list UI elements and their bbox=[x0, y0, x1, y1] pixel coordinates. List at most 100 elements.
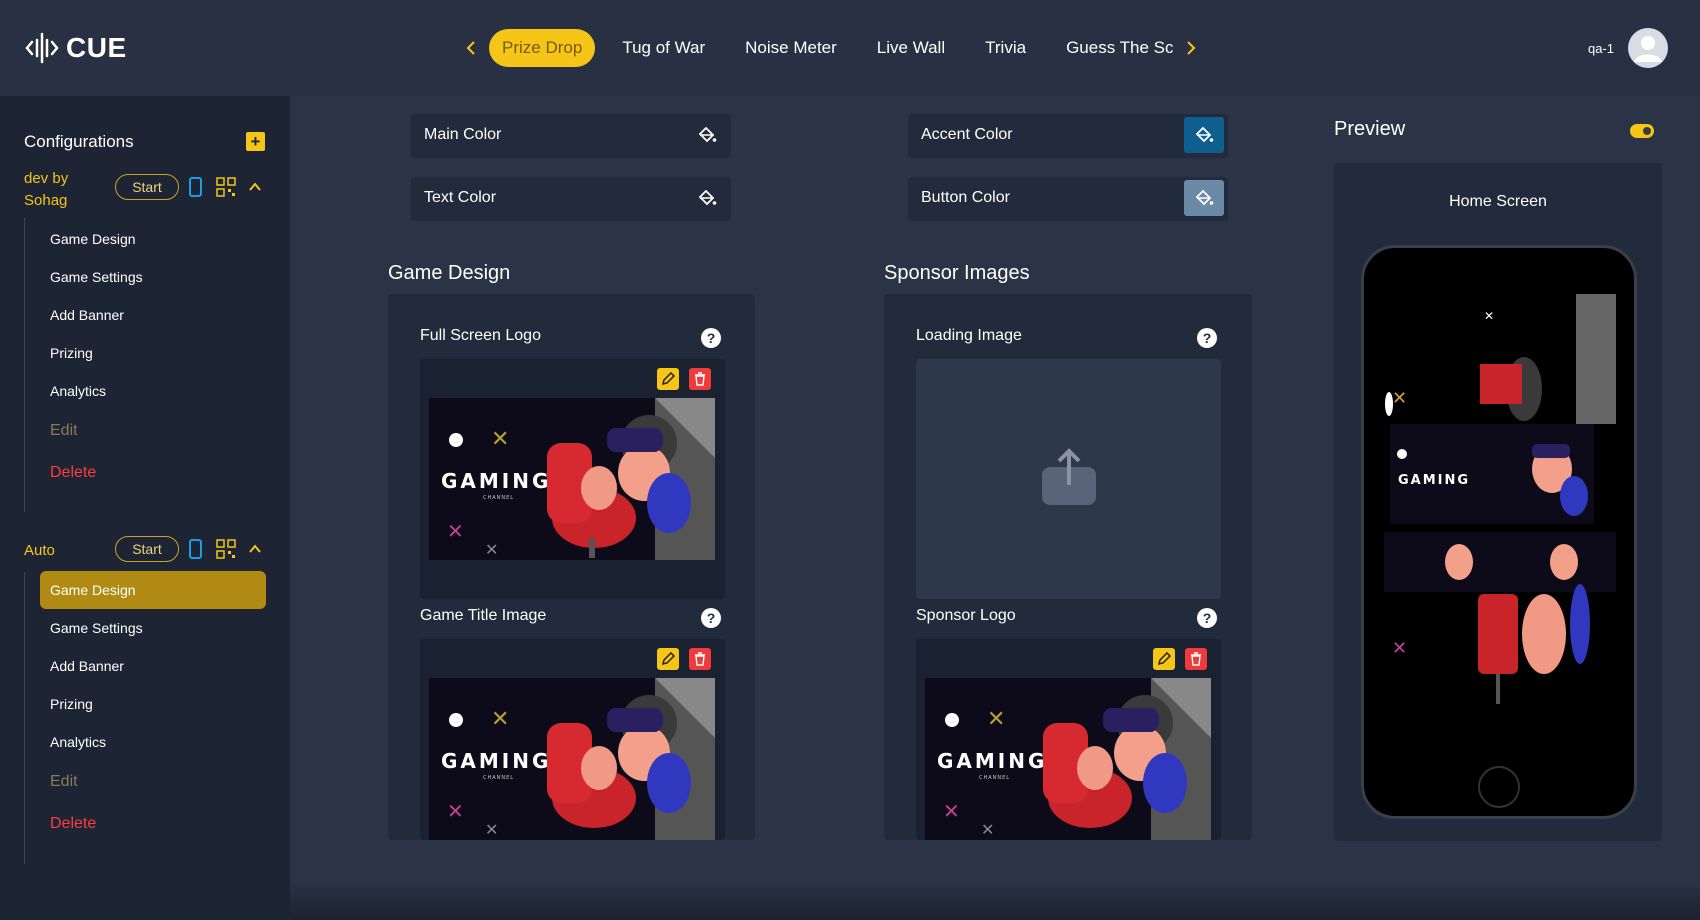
game-design-panel: Full Screen Logo ? ✕ ✕ ✕ GAMING CHANNEL bbox=[388, 294, 755, 840]
menu-item-game-settings[interactable]: Game Settings bbox=[40, 258, 266, 296]
tab-guess-the-score[interactable]: Guess The Sc bbox=[1053, 29, 1173, 67]
start-button[interactable]: Start bbox=[115, 174, 179, 200]
phone-preview-icon[interactable] bbox=[189, 539, 202, 559]
svg-text:✕: ✕ bbox=[491, 707, 509, 732]
accent-color-label: Accent Color bbox=[921, 126, 1013, 143]
svg-text:✕: ✕ bbox=[1392, 638, 1407, 659]
svg-text:✕: ✕ bbox=[943, 799, 960, 823]
svg-text:✕: ✕ bbox=[485, 540, 498, 559]
help-icon[interactable]: ? bbox=[1197, 328, 1217, 348]
chevron-left-icon[interactable] bbox=[460, 37, 482, 59]
user-menu[interactable]: qa-1 bbox=[1588, 28, 1668, 68]
menu-item-add-banner[interactable]: Add Banner bbox=[40, 647, 266, 685]
user-name: qa-1 bbox=[1587, 40, 1614, 56]
game-title-image-label: Game Title Image bbox=[420, 607, 547, 624]
svg-text:✕: ✕ bbox=[1392, 388, 1407, 409]
edit-icon[interactable] bbox=[657, 648, 679, 670]
svg-text:✕: ✕ bbox=[1484, 309, 1494, 323]
svg-text:✕: ✕ bbox=[491, 427, 509, 452]
sponsor-images-title: Sponsor Images bbox=[884, 262, 1030, 284]
trash-icon[interactable] bbox=[689, 648, 711, 670]
main-color-label: Main Color bbox=[424, 126, 502, 143]
gaming-thumbnail-image: ✕ ✕ ✕ GAMING CHANNEL bbox=[925, 678, 1211, 840]
edit-config-button[interactable]: Edit bbox=[40, 763, 266, 801]
channel-text: CHANNEL bbox=[483, 775, 514, 781]
chevron-right-icon[interactable] bbox=[1180, 37, 1202, 59]
edit-icon[interactable] bbox=[657, 368, 679, 390]
tab-tug-of-war[interactable]: Tug of War bbox=[609, 29, 718, 67]
menu-item-analytics[interactable]: Analytics bbox=[40, 723, 266, 761]
menu-item-prizing[interactable]: Prizing bbox=[40, 685, 266, 723]
edit-config-button[interactable]: Edit bbox=[40, 412, 266, 450]
trash-icon[interactable] bbox=[689, 368, 711, 390]
sidebar: Configurations + dev by Sohag Start Game… bbox=[0, 96, 290, 920]
menu-item-analytics[interactable]: Analytics bbox=[40, 372, 266, 410]
phone-home-button bbox=[1478, 766, 1520, 808]
help-icon[interactable]: ? bbox=[701, 328, 721, 348]
bottom-shadow bbox=[290, 880, 1700, 920]
svg-text:✕: ✕ bbox=[447, 519, 464, 543]
preview-panel: Home Screen ✕ GAMING ✕ ✕ bbox=[1334, 163, 1662, 841]
config-name[interactable]: dev by Sohag bbox=[24, 168, 102, 212]
svg-text:✕: ✕ bbox=[485, 820, 498, 839]
preview-title: Preview bbox=[1334, 118, 1406, 140]
game-title-image-box: ✕ ✕ ✕ GAMING CHANNEL bbox=[420, 639, 725, 840]
help-icon[interactable]: ? bbox=[1197, 608, 1217, 628]
phone-mockup: ✕ GAMING ✕ ✕ bbox=[1361, 245, 1637, 819]
help-icon[interactable]: ? bbox=[701, 608, 721, 628]
menu-item-game-design[interactable]: Game Design bbox=[40, 571, 266, 609]
svg-text:✕: ✕ bbox=[981, 820, 994, 839]
menu-divider bbox=[24, 572, 25, 864]
game-design-title: Game Design bbox=[388, 262, 511, 284]
logo[interactable]: CUE bbox=[24, 30, 127, 66]
gaming-text: GAMING bbox=[441, 749, 551, 773]
game-tabs: Prize Drop Tug of War Noise Meter Live W… bbox=[460, 28, 1202, 68]
gaming-text: GAMING bbox=[937, 749, 1047, 773]
paint-bucket-icon[interactable] bbox=[687, 180, 727, 216]
menu-item-add-banner[interactable]: Add Banner bbox=[40, 296, 266, 334]
sponsor-logo-image-box: ✕ ✕ ✕ GAMING CHANNEL bbox=[916, 639, 1221, 840]
sponsor-logo-label: Sponsor Logo bbox=[916, 607, 1016, 624]
phone-preview-icon[interactable] bbox=[189, 177, 202, 197]
start-button[interactable]: Start bbox=[115, 536, 179, 562]
gaming-text: GAMING bbox=[1398, 473, 1470, 488]
plus-icon[interactable]: + bbox=[246, 132, 265, 151]
button-color-row: Button Color bbox=[908, 177, 1228, 221]
delete-config-button[interactable]: Delete bbox=[40, 805, 266, 843]
main-color-row: Main Color bbox=[411, 114, 731, 158]
text-color-label: Text Color bbox=[424, 189, 497, 206]
upload-icon bbox=[1042, 448, 1096, 505]
sponsor-images-panel: Loading Image ? Sponsor Logo ? ✕ ✕ ✕ GAM… bbox=[884, 294, 1252, 840]
button-color-label: Button Color bbox=[921, 189, 1010, 206]
trash-icon[interactable] bbox=[1185, 648, 1207, 670]
chevron-up-icon[interactable] bbox=[248, 542, 262, 556]
tab-prize-drop[interactable]: Prize Drop bbox=[489, 29, 596, 67]
sidebar-title: Configurations bbox=[24, 132, 134, 151]
channel-text: CHANNEL bbox=[979, 775, 1010, 781]
user-avatar-icon[interactable] bbox=[1628, 28, 1668, 68]
logo-text: CUE bbox=[66, 32, 127, 63]
preview-toggle[interactable] bbox=[1630, 124, 1654, 138]
qr-code-icon[interactable] bbox=[216, 539, 236, 559]
tab-trivia[interactable]: Trivia bbox=[972, 29, 1039, 67]
paint-bucket-icon[interactable] bbox=[1184, 117, 1224, 153]
gaming-thumbnail-image: ✕ ✕ ✕ GAMING CHANNEL bbox=[429, 398, 715, 560]
tab-live-wall[interactable]: Live Wall bbox=[864, 29, 958, 67]
text-color-row: Text Color bbox=[411, 177, 731, 221]
gaming-thumbnail-image: ✕ ✕ ✕ GAMING CHANNEL bbox=[429, 678, 715, 840]
top-header: CUE Prize Drop Tug of War Noise Meter Li… bbox=[0, 0, 1700, 96]
qr-code-icon[interactable] bbox=[216, 177, 236, 197]
menu-item-game-design[interactable]: Game Design bbox=[40, 220, 266, 258]
delete-config-button[interactable]: Delete bbox=[40, 454, 266, 492]
config-name[interactable]: Auto bbox=[24, 540, 102, 562]
loading-image-upload[interactable] bbox=[916, 359, 1221, 599]
chevron-up-icon[interactable] bbox=[248, 180, 262, 194]
tab-noise-meter[interactable]: Noise Meter bbox=[732, 29, 850, 67]
paint-bucket-icon[interactable] bbox=[1184, 180, 1224, 216]
edit-icon[interactable] bbox=[1153, 648, 1175, 670]
accent-color-row: Accent Color bbox=[908, 114, 1228, 158]
menu-item-game-settings[interactable]: Game Settings bbox=[40, 609, 266, 647]
home-screen-preview-image: ✕ GAMING ✕ ✕ bbox=[1384, 294, 1616, 714]
menu-item-prizing[interactable]: Prizing bbox=[40, 334, 266, 372]
paint-bucket-icon[interactable] bbox=[687, 117, 727, 153]
